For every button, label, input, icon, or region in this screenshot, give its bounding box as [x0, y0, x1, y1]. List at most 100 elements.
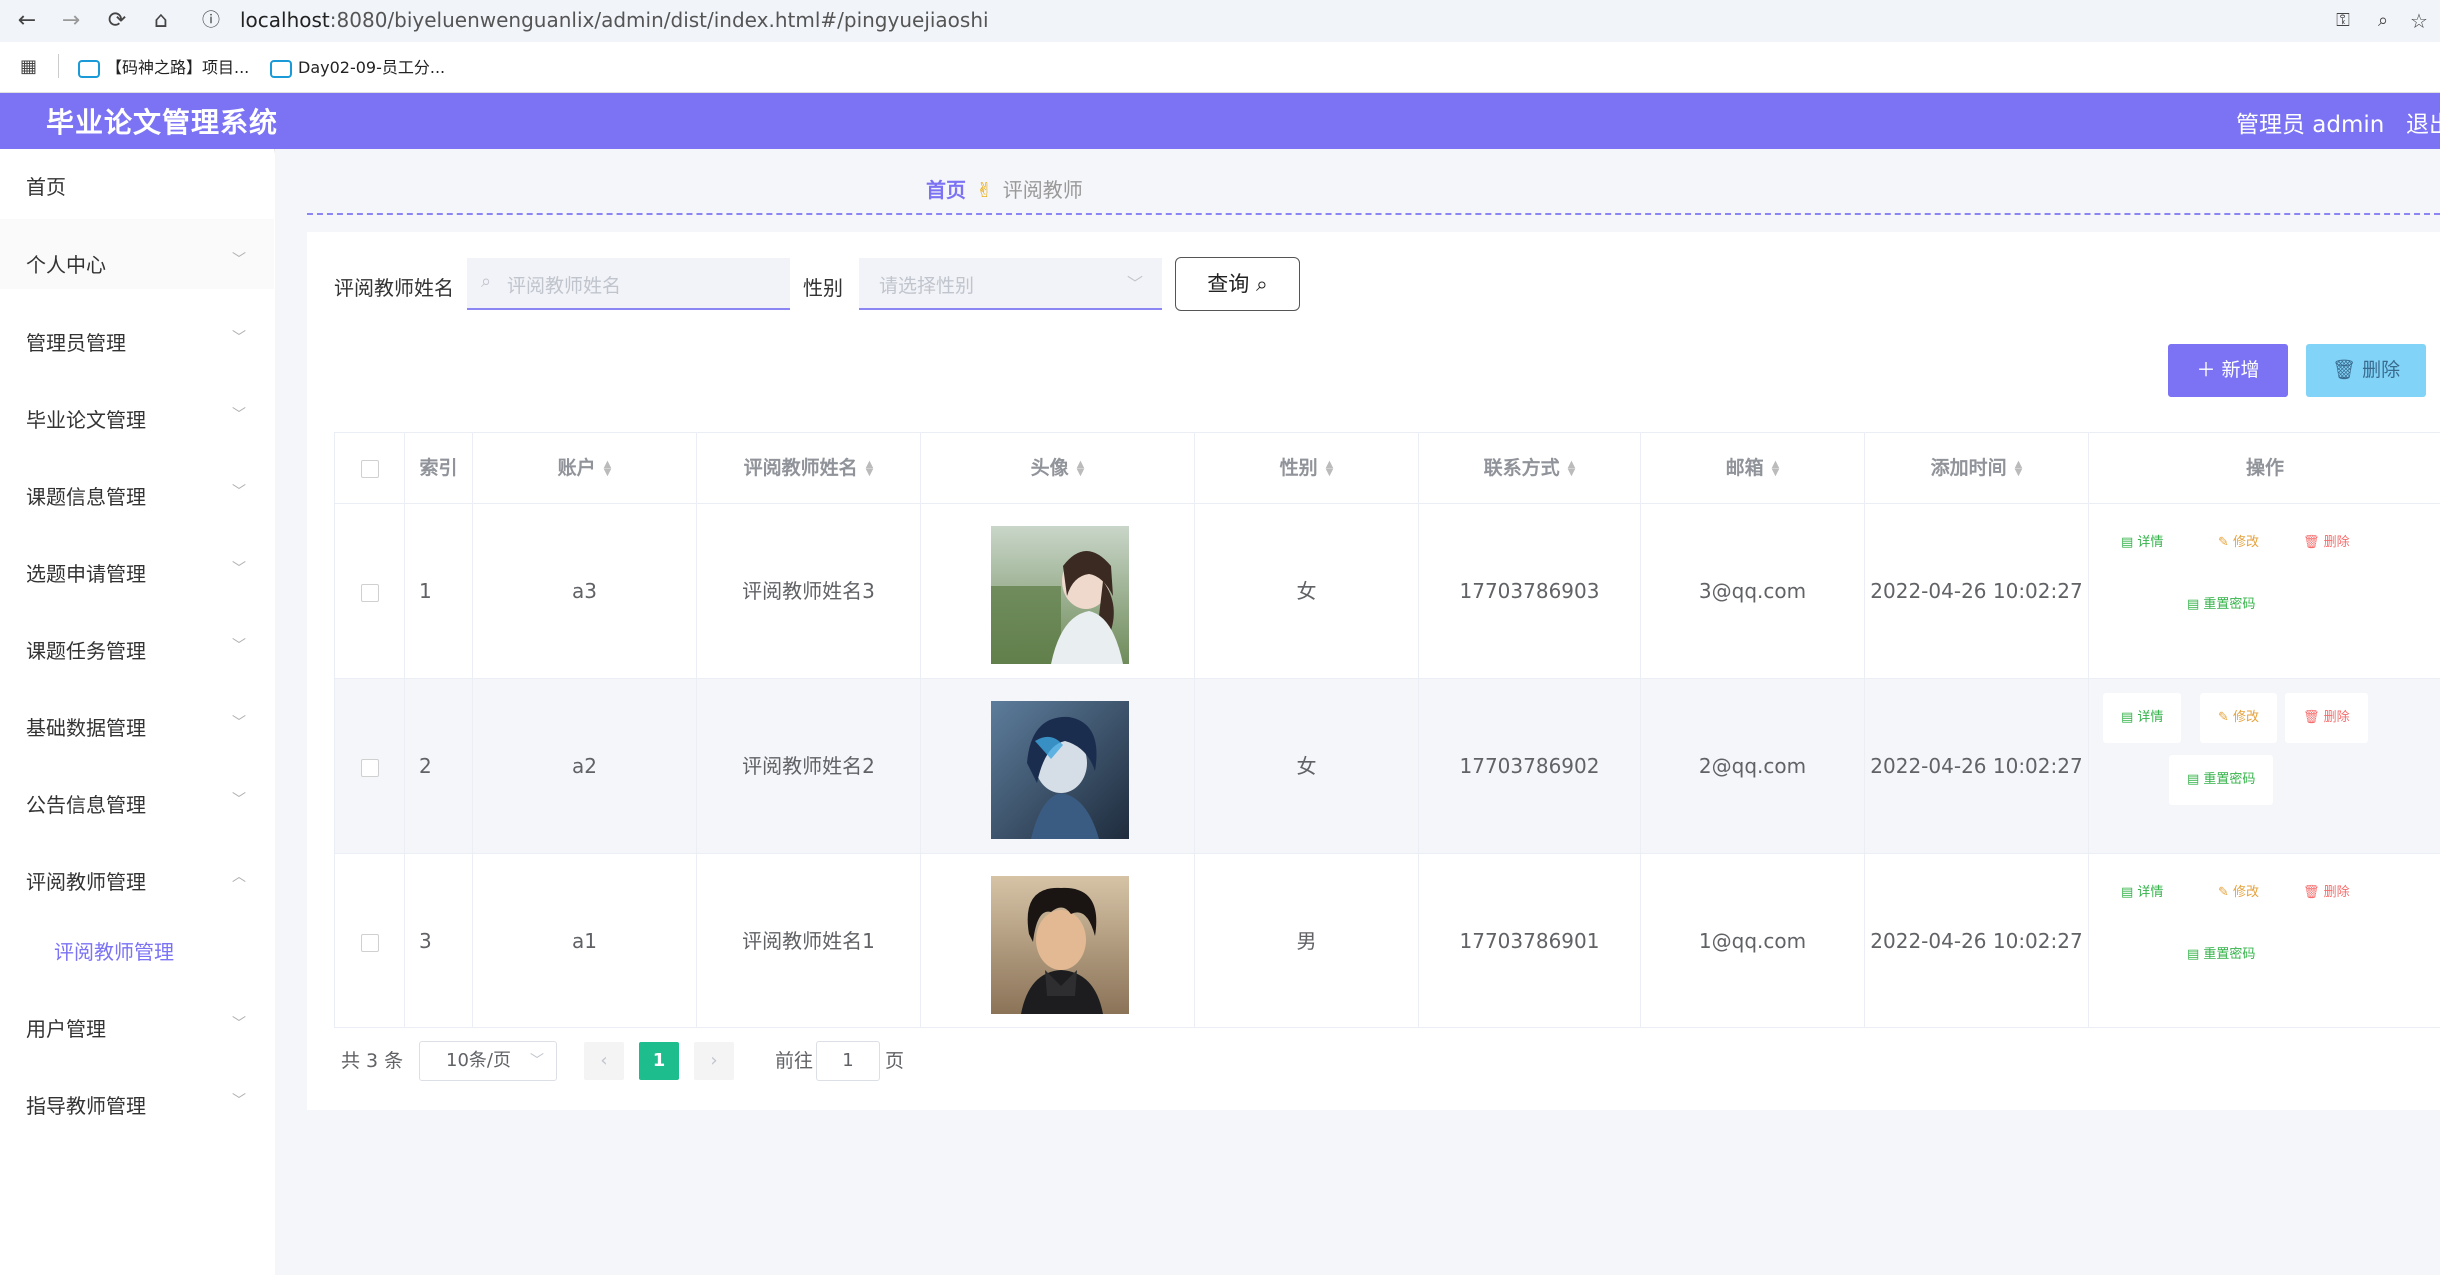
plus-icon: ＋: [2196, 359, 2216, 381]
bookmark-star-icon[interactable]: ☆: [2404, 6, 2434, 36]
chevron-down-icon: ﹀: [1127, 274, 1144, 293]
next-page-button[interactable]: ›: [694, 1042, 734, 1080]
col-account[interactable]: 账户 ▲ ▼: [473, 433, 697, 503]
chevron-down-icon: ﹀: [232, 715, 246, 731]
cell-time: 2022-04-26 10:02:27: [1865, 679, 2089, 853]
cell-phone: 17703786903: [1419, 504, 1641, 678]
detail-button[interactable]: ▤ 详情: [2103, 693, 2182, 743]
app-title: 毕业论文管理系统: [46, 106, 279, 139]
sidebar-subitem-reviewers[interactable]: 评阅教师管理: [0, 908, 274, 978]
cell-actions: ▤ 详情 ✎ 修改 🗑 删除 ▤ 重置密码: [2089, 679, 2440, 853]
row-delete-button[interactable]: 🗑 删除: [2285, 518, 2368, 568]
goto-page-input[interactable]: 1: [816, 1041, 880, 1081]
detail-button[interactable]: ▤ 详情: [2103, 518, 2181, 568]
chevron-down-icon: ﹀: [232, 252, 246, 268]
password-key-icon[interactable]: ⚿: [2328, 6, 2358, 36]
row-delete-button[interactable]: 🗑 删除: [2285, 868, 2368, 918]
divider: [58, 54, 59, 78]
bilibili-icon: [78, 59, 100, 78]
chevron-down-icon: ﹀: [232, 330, 246, 346]
cell-gender: 女: [1195, 679, 1419, 853]
col-index: 索引: [405, 433, 473, 503]
detail-button[interactable]: ▤ 详情: [2103, 868, 2181, 918]
sidebar-item-reviewers[interactable]: 评阅教师管理 ︿: [0, 838, 274, 908]
cell-actions: ▤ 详情 ✎ 修改 🗑 删除 ▤ 重置密码: [2089, 854, 2440, 1028]
cell-avatar: [921, 854, 1195, 1028]
col-gender[interactable]: 性别 ▲ ▼: [1195, 433, 1419, 503]
forward-icon[interactable]: →: [56, 6, 86, 36]
col-name[interactable]: 评阅教师姓名 ▲ ▼: [697, 433, 921, 503]
search-icon: ⌕: [1255, 272, 1268, 296]
sidebar-item-advisors[interactable]: 指导教师管理 ﹀: [0, 1062, 274, 1132]
bookmark-2[interactable]: Day02-09-员工分...: [270, 54, 445, 78]
bookmark-1[interactable]: 【码神之路】项目...: [78, 54, 249, 78]
sidebar-item-basedata[interactable]: 基础数据管理 ﹀: [0, 684, 274, 754]
sidebar-item-applications[interactable]: 选题申请管理 ﹀: [0, 530, 274, 600]
table-row: 1 a3 评阅教师姓名3 女 17703786903 3@qq.com 2022…: [335, 503, 2440, 678]
add-button[interactable]: ＋ 新增: [2168, 344, 2288, 397]
sidebar-item-personal[interactable]: 个人中心 ﹀: [0, 219, 274, 289]
col-phone[interactable]: 联系方式 ▲ ▼: [1419, 433, 1641, 503]
chevron-down-icon: ﹀: [232, 1093, 246, 1109]
row-checkbox[interactable]: [335, 854, 405, 1028]
goto-suffix: 页: [885, 1050, 905, 1072]
breadcrumb-home[interactable]: 首页: [926, 178, 966, 202]
delete-button[interactable]: 🗑 删除: [2306, 344, 2426, 397]
sidebar: 首页 个人中心 ﹀ 管理员管理 ﹀ 毕业论文管理 ﹀ 课题信息管理 ﹀ 选题申请管理 ﹀ …: [0, 149, 274, 1275]
cell-index: 3: [405, 854, 473, 1028]
col-time[interactable]: 添加时间 ▲ ▼: [1865, 433, 2089, 503]
query-button[interactable]: 查询 ⌕: [1175, 257, 1300, 311]
col-avatar[interactable]: 头像 ▲ ▼: [921, 433, 1195, 503]
select-all-checkbox[interactable]: [335, 433, 405, 503]
page-number-current[interactable]: 1: [639, 1042, 679, 1080]
row-checkbox[interactable]: [335, 504, 405, 678]
name-search-input[interactable]: ⌕ 评阅教师姓名: [467, 258, 790, 310]
gender-select[interactable]: 请选择性别 ﹀: [859, 258, 1162, 310]
col-actions: 操作: [2245, 457, 2284, 479]
current-user: 管理员 admin: [2236, 112, 2385, 138]
sidebar-item-thesis[interactable]: 毕业论文管理 ﹀: [0, 376, 274, 446]
reset-password-button[interactable]: ▤ 重置密码: [2169, 755, 2274, 805]
edit-button[interactable]: ✎ 修改: [2200, 693, 2278, 743]
sidebar-item-tasks[interactable]: 课题任务管理 ﹀: [0, 607, 274, 677]
chevron-down-icon: ﹀: [232, 1016, 246, 1032]
apps-grid-icon[interactable]: ▦: [20, 56, 37, 77]
breadcrumb-divider: [307, 213, 2440, 215]
reviewer-table: 索引 账户 ▲ ▼ 评阅教师姓名 ▲ ▼ 头像 ▲ ▼ 性别 ▲ ▼ 联系方式 ▲ ▼ 邮箱 ▲ ▼ 添…: [334, 432, 2440, 1028]
zoom-icon[interactable]: ⌕: [2368, 6, 2398, 36]
page-size-select[interactable]: 10条/页 ﹀: [419, 1041, 557, 1081]
reset-password-button[interactable]: ▤ 重置密码: [2169, 930, 2273, 980]
avatar[interactable]: [991, 876, 1129, 1014]
site-info-icon[interactable]: ⓘ: [196, 6, 226, 36]
cell-email: 3@qq.com: [1641, 504, 1865, 678]
sidebar-item-users[interactable]: 用户管理 ﹀: [0, 985, 274, 1055]
back-icon[interactable]: ←: [12, 6, 42, 36]
address-bar[interactable]: localhost:8080/biyeluenwenguanlix/admin/…: [240, 8, 989, 32]
chevron-down-icon: ﹀: [232, 407, 246, 423]
cell-time: 2022-04-26 10:02:27: [1865, 504, 2089, 678]
prev-page-button[interactable]: ‹: [584, 1042, 624, 1080]
sidebar-item-notices[interactable]: 公告信息管理 ﹀: [0, 761, 274, 831]
cell-name: 评阅教师姓名1: [697, 854, 921, 1028]
reload-icon[interactable]: ⟳: [102, 6, 132, 36]
row-checkbox[interactable]: [335, 679, 405, 853]
avatar[interactable]: [991, 701, 1129, 839]
trash-icon: 🗑: [2331, 359, 2357, 381]
edit-button[interactable]: ✎ 修改: [2200, 518, 2277, 568]
reset-password-button[interactable]: ▤ 重置密码: [2169, 580, 2273, 630]
table-row: 3 a1 评阅教师姓名1 男 17703786901 1@qq.com 2022…: [335, 853, 2440, 1028]
sidebar-item-admins[interactable]: 管理员管理 ﹀: [0, 299, 274, 369]
edit-button[interactable]: ✎ 修改: [2200, 868, 2277, 918]
search-icon: ⌕: [481, 271, 492, 292]
avatar[interactable]: [991, 526, 1129, 664]
sidebar-item-home[interactable]: 首页: [0, 149, 274, 219]
sort-icon: ▲ ▼: [1325, 458, 1334, 478]
col-email[interactable]: 邮箱 ▲ ▼: [1641, 433, 1865, 503]
home-icon[interactable]: ⌂: [146, 6, 176, 36]
hand-icon: ✌: [976, 178, 993, 202]
logout-button[interactable]: 退出: [2406, 105, 2440, 139]
row-delete-button[interactable]: 🗑 删除: [2285, 693, 2368, 743]
sort-icon: ▲ ▼: [2014, 458, 2023, 478]
chevron-down-icon: ﹀: [232, 561, 246, 577]
sidebar-item-topics[interactable]: 课题信息管理 ﹀: [0, 453, 274, 523]
